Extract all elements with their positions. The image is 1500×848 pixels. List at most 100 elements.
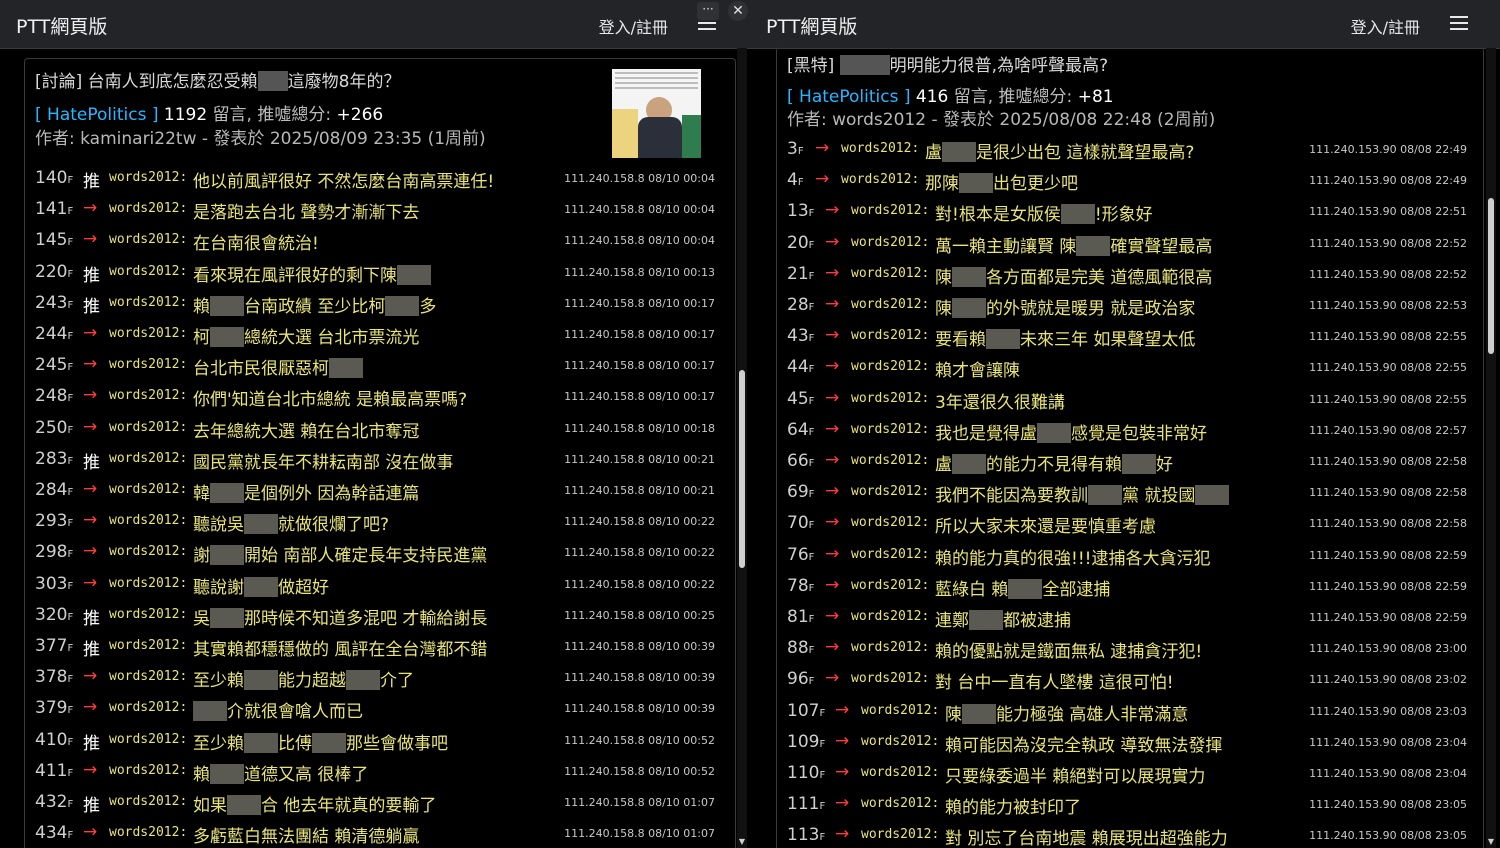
comment-meta: 111.240.153.90 08/08 22:58 xyxy=(1309,455,1467,468)
comment-user[interactable]: words2012: xyxy=(841,141,919,156)
comment-user[interactable]: words2012: xyxy=(861,734,939,749)
comment-user[interactable]: words2012: xyxy=(851,453,929,468)
comment-user[interactable]: words2012: xyxy=(109,295,187,310)
comment-user[interactable]: words2012: xyxy=(109,825,187,840)
comment-floor: 45F xyxy=(787,388,815,409)
comment-user[interactable]: words2012: xyxy=(861,796,939,811)
comment-user[interactable]: words2012: xyxy=(841,172,919,187)
comment-floor: 379F xyxy=(35,698,74,719)
comment-user[interactable]: words2012: xyxy=(109,232,187,247)
scroll-down-icon[interactable]: ▼ xyxy=(1486,838,1496,846)
comment-user[interactable]: words2012: xyxy=(109,201,187,216)
scroll-down-icon[interactable]: ▼ xyxy=(737,838,747,846)
comment-tag: → xyxy=(825,387,840,408)
comment-user[interactable]: words2012: xyxy=(851,422,929,437)
comment-user[interactable]: words2012: xyxy=(109,732,187,747)
comment-user[interactable]: words2012: xyxy=(109,576,187,591)
comment-floor: 76F xyxy=(787,544,815,565)
comment-user[interactable]: words2012: xyxy=(109,326,187,341)
comment-meta: 111.240.158.8 08/10 01:07 xyxy=(564,827,715,841)
comment-user[interactable]: words2012: xyxy=(861,703,939,718)
comment-floor: 284F xyxy=(35,480,74,500)
comment-user[interactable]: words2012: xyxy=(109,607,187,622)
post-title[interactable]: [討論] 台南人到底怎麼忍受賴 這廢物8年的？ xyxy=(35,67,401,92)
comment-user[interactable]: words2012: xyxy=(851,640,929,655)
comment-meta: 111.240.153.90 08/08 22:55 xyxy=(1309,392,1467,406)
comment-text: 連鄭 xyxy=(935,611,969,631)
scrollbar-thumb[interactable] xyxy=(1488,198,1494,354)
comment-user[interactable]: words2012: xyxy=(851,578,929,593)
comment-user[interactable]: words2012: xyxy=(851,203,929,218)
comment-user[interactable]: words2012: xyxy=(109,388,187,403)
scrollbar[interactable]: ▼ xyxy=(737,48,747,848)
comment-floor: 64F xyxy=(787,419,815,440)
comment-floor: 111F xyxy=(787,794,826,815)
comment-meta: 111.240.153.90 08/08 22:55 xyxy=(1309,330,1467,344)
comment-user[interactable]: words2012: xyxy=(109,420,187,435)
redaction-mask xyxy=(952,454,986,474)
comment-user[interactable]: words2012: xyxy=(851,328,929,343)
comment-text: 台北市民很厭惡柯 xyxy=(193,359,329,380)
comment-row: 284F → words2012: 韓 是個例外 因為幹話連篇 111.240.158.8… xyxy=(35,478,715,506)
comment-user[interactable]: words2012: xyxy=(851,484,929,499)
close-button[interactable]: ✕ xyxy=(728,1,748,21)
comment-meta: 111.240.158.8 08/10 00:22 xyxy=(564,577,715,591)
post-thumbnail-image[interactable] xyxy=(612,69,701,158)
comment-floor: 70F xyxy=(787,513,815,534)
comment-text: 確實聲望最高 xyxy=(1110,236,1213,257)
comment-tag: 推 xyxy=(83,172,100,192)
comment-user[interactable]: words2012: xyxy=(851,547,929,562)
comment-text: 都被逮捕 xyxy=(1003,611,1071,631)
comment-user[interactable]: words2012: xyxy=(851,391,929,406)
comment-user[interactable]: words2012: xyxy=(851,515,929,530)
comment-user[interactable]: words2012: xyxy=(851,266,929,281)
comment-user[interactable]: words2012: xyxy=(861,765,939,780)
comment-user[interactable]: words2012: xyxy=(109,513,187,528)
comment-content: 對 別忘了台南地震 賴展現出超強能力 xyxy=(945,824,1228,848)
comment-user[interactable]: words2012: xyxy=(109,669,187,684)
comment-user[interactable]: words2012: xyxy=(109,170,187,185)
site-logo[interactable]: PTT網頁版 xyxy=(766,12,857,39)
comment-user[interactable]: words2012: xyxy=(851,609,929,624)
comment-user[interactable]: words2012: xyxy=(861,827,939,842)
comment-row: 4F → words2012: 那陳 出包更少吧 111.240.153.90 08/08… xyxy=(787,168,1467,196)
login-link[interactable]: 登入/註冊 xyxy=(1351,14,1420,38)
comment-content: 柯 總統大選 台北市票流光 xyxy=(193,323,419,348)
comment-user[interactable]: words2012: xyxy=(109,357,187,372)
comment-user[interactable]: words2012: xyxy=(109,763,187,778)
comment-text: 賴可能因為沒完全執政 導致無法發揮 xyxy=(945,735,1223,756)
comment-user[interactable]: words2012: xyxy=(851,235,929,250)
hamburger-menu-icon[interactable] xyxy=(1450,16,1468,30)
comment-user[interactable]: words2012: xyxy=(109,544,187,559)
comment-row: 410F 推 words2012: 至少賴 比傅 那些會做事吧 111.240.158.8 … xyxy=(35,728,715,756)
comment-floor: 113F xyxy=(787,825,826,846)
comment-meta: 111.240.153.90 08/08 22:52 xyxy=(1309,267,1467,281)
comment-user[interactable]: words2012: xyxy=(851,297,929,312)
site-logo[interactable]: PTT網頁版 xyxy=(16,12,107,39)
comment-text: 出包更少吧 xyxy=(993,174,1078,195)
redaction-mask xyxy=(962,703,996,724)
post-title[interactable]: [黑特] 明明能力很普,為啥呼聲最高? xyxy=(787,51,1108,76)
comment-user[interactable]: words2012: xyxy=(851,359,929,374)
redaction-mask xyxy=(227,795,261,815)
comment-user[interactable]: words2012: xyxy=(109,482,187,497)
comment-meta: 111.240.158.8 08/10 00:52 xyxy=(564,733,715,747)
comment-user[interactable]: words2012: xyxy=(109,794,187,809)
more-options-button[interactable]: ··· xyxy=(697,2,719,20)
login-link[interactable]: 登入/註冊 xyxy=(599,14,668,38)
scrollbar-thumb[interactable] xyxy=(739,370,745,568)
comment-content: 你們'知道台北市總統 是賴最高票嗎? xyxy=(193,385,467,410)
comment-user[interactable]: words2012: xyxy=(109,700,187,715)
comment-row: 379F → words2012: 介就很會嗆人而已 111.240.158.8 08/… xyxy=(35,696,715,724)
comment-user[interactable]: words2012: xyxy=(109,638,187,653)
comment-content: 台北市民很厭惡柯 xyxy=(193,354,363,379)
comment-user[interactable]: words2012: xyxy=(109,451,187,466)
comment-row: 111F → words2012: 賴的能力被封印了 111.240.153.90 08… xyxy=(787,792,1467,820)
comment-text: 賴才會讓陳 xyxy=(935,361,1020,382)
redaction-mask xyxy=(959,173,993,194)
comment-user[interactable]: words2012: xyxy=(109,264,187,279)
scrollbar[interactable]: ▼ xyxy=(1486,48,1496,848)
board-link[interactable]: [ HatePolitics ] xyxy=(787,87,910,107)
board-link[interactable]: [ HatePolitics ] xyxy=(35,105,158,125)
comment-user[interactable]: words2012: xyxy=(851,671,929,686)
